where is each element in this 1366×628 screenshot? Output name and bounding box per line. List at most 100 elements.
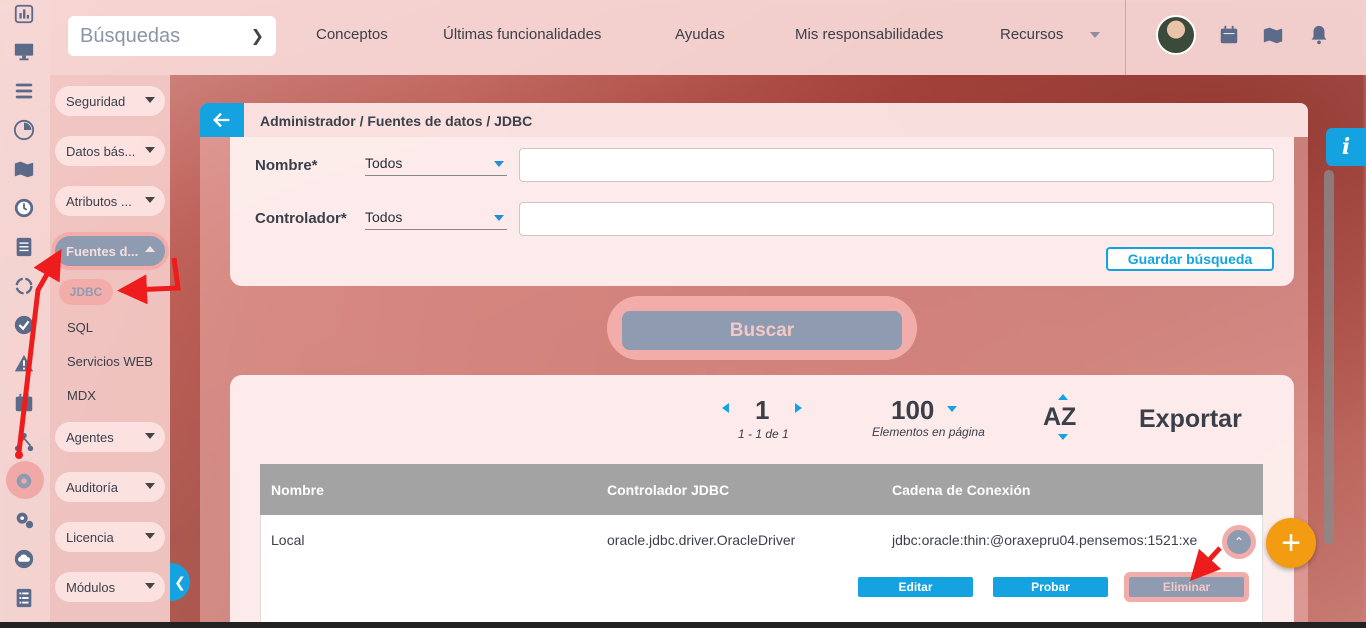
submenu-jdbc[interactable]: JDBC — [59, 279, 113, 305]
check-icon[interactable] — [10, 311, 38, 339]
menu-fuentes-de-datos[interactable]: Fuentes d... — [55, 236, 165, 266]
network-icon[interactable] — [10, 428, 38, 456]
search-dropdown[interactable]: Búsquedas ❯ — [68, 16, 276, 56]
sort-button[interactable]: AZ — [1043, 403, 1076, 432]
scrollbar[interactable] — [1324, 170, 1334, 545]
menu-agentes[interactable]: Agentes — [55, 422, 165, 452]
menu-auditoria[interactable]: Auditoría — [55, 472, 165, 502]
cell-connection: jdbc:oracle:thin:@oraxepru04.pensemos:15… — [892, 532, 1198, 548]
menu-label: Atributos ... — [66, 193, 132, 209]
cell-driver: oracle.jdbc.driver.OracleDriver — [607, 532, 796, 548]
controller-filter-label: Controlador* — [255, 210, 347, 227]
caret-up-icon — [145, 246, 155, 252]
divider — [1125, 0, 1126, 75]
results-panel: 1 1 - 1 de 1 100 Elementos en página AZ … — [230, 375, 1294, 628]
map-icon[interactable] — [1262, 24, 1284, 46]
pie-icon[interactable] — [10, 116, 38, 144]
menu-label: Licencia — [66, 529, 114, 545]
sort-down-icon[interactable] — [1058, 434, 1068, 440]
search-placeholder: Búsquedas — [80, 24, 181, 47]
menu-datos-basicos[interactable]: Datos bás... — [55, 136, 165, 166]
document-icon[interactable] — [10, 233, 38, 261]
edit-button[interactable]: Editar — [858, 577, 973, 597]
chart-icon[interactable] — [10, 0, 38, 28]
delete-button[interactable]: Eliminar — [1129, 577, 1244, 597]
menu-modulos[interactable]: Módulos — [55, 572, 165, 602]
menu-label: Módulos — [66, 579, 116, 595]
page-range: 1 - 1 de 1 — [738, 427, 789, 441]
add-button[interactable]: + — [1266, 518, 1316, 568]
caret-down-icon — [494, 215, 504, 221]
recursos-caret-icon[interactable] — [1090, 32, 1100, 38]
column-header-name[interactable]: Nombre — [271, 482, 324, 498]
next-page-icon[interactable] — [795, 403, 802, 413]
page-size-label: Elementos en página — [872, 425, 985, 439]
menu-seguridad[interactable]: Seguridad — [55, 86, 165, 116]
nav-ultimas-funcionalidades[interactable]: Últimas funcionalidades — [443, 26, 601, 43]
select-value: Todos — [365, 155, 403, 171]
menu-label: Fuentes d... — [66, 243, 139, 259]
caret-down-icon[interactable] — [947, 406, 957, 412]
page-header: Administrador / Fuentes de datos / JDBC — [200, 103, 1308, 137]
caret-down-icon — [145, 533, 155, 539]
chevron-left-icon: ❮ — [174, 573, 186, 590]
checklist-icon[interactable] — [10, 584, 38, 612]
avatar[interactable] — [1156, 15, 1196, 55]
cycle-icon[interactable] — [10, 272, 38, 300]
gear-icon[interactable] — [10, 467, 38, 495]
back-button[interactable] — [200, 103, 244, 137]
controller-operator-select[interactable]: Todos — [365, 206, 507, 230]
caret-down-icon — [145, 147, 155, 153]
nav-ayudas[interactable]: Ayudas — [675, 26, 725, 43]
name-filter-input[interactable] — [519, 148, 1274, 182]
select-value: Todos — [365, 209, 403, 225]
table-row[interactable]: Local oracle.jdbc.driver.OracleDriver jd… — [260, 515, 1263, 628]
table-header: Nombre Controlador JDBC Cadena de Conexi… — [260, 464, 1263, 515]
submenu-sql[interactable]: SQL — [67, 320, 93, 335]
menu-label: Auditoría — [66, 479, 119, 495]
bottom-strip — [0, 622, 1366, 628]
column-header-driver[interactable]: Controlador JDBC — [607, 482, 729, 498]
nav-conceptos[interactable]: Conceptos — [316, 26, 388, 43]
filter-panel: Nombre* Todos Controlador* Todos Guardar… — [230, 137, 1294, 286]
top-bar: Búsquedas ❯ Conceptos Últimas funcionali… — [50, 0, 1366, 75]
search-button[interactable]: Buscar — [622, 311, 902, 350]
menu-licencia[interactable]: Licencia — [55, 522, 165, 552]
caret-down-icon — [145, 97, 155, 103]
menu-atributos[interactable]: Atributos ... — [55, 186, 165, 216]
map-icon[interactable] — [10, 155, 38, 183]
admin-menu: Seguridad Datos bás... Atributos ... Fue… — [50, 75, 170, 628]
monitor-icon[interactable] — [10, 38, 38, 66]
caret-down-icon — [145, 483, 155, 489]
name-operator-select[interactable]: Todos — [365, 152, 507, 176]
submenu-mdx[interactable]: MDX — [67, 388, 96, 403]
column-header-connection[interactable]: Cadena de Conexión — [892, 482, 1030, 498]
info-button[interactable]: i — [1326, 128, 1366, 166]
submenu-servicios-web[interactable]: Servicios WEB — [67, 354, 153, 369]
bell-icon[interactable] — [1308, 24, 1330, 46]
clock-icon[interactable] — [10, 194, 38, 222]
nav-recursos[interactable]: Recursos — [1000, 26, 1063, 43]
list-icon[interactable] — [10, 77, 38, 105]
caret-down-icon — [145, 197, 155, 203]
previous-page-icon[interactable] — [722, 403, 729, 413]
cell-name: Local — [271, 532, 305, 548]
name-filter-label: Nombre* — [255, 157, 318, 174]
test-button[interactable]: Probar — [993, 577, 1108, 597]
nav-mis-responsabilidades[interactable]: Mis responsabilidades — [795, 26, 943, 43]
calendar-icon[interactable] — [1218, 24, 1240, 46]
caret-down-icon — [145, 583, 155, 589]
cloud-icon[interactable] — [10, 545, 38, 573]
page-size-select[interactable]: 100 — [891, 395, 934, 426]
save-search-button[interactable]: Guardar búsqueda — [1106, 247, 1274, 271]
sort-up-icon[interactable] — [1058, 394, 1068, 400]
controller-filter-input[interactable] — [519, 202, 1274, 236]
breadcrumb: Administrador / Fuentes de datos / JDBC — [260, 113, 533, 129]
row-collapse-button[interactable]: ⌃ — [1227, 530, 1251, 554]
warning-icon[interactable] — [10, 350, 38, 378]
gears-icon[interactable] — [10, 506, 38, 534]
caret-down-icon — [494, 161, 504, 167]
menu-label: Seguridad — [66, 93, 126, 109]
calendar-icon[interactable] — [10, 389, 38, 417]
export-button[interactable]: Exportar — [1139, 405, 1242, 434]
